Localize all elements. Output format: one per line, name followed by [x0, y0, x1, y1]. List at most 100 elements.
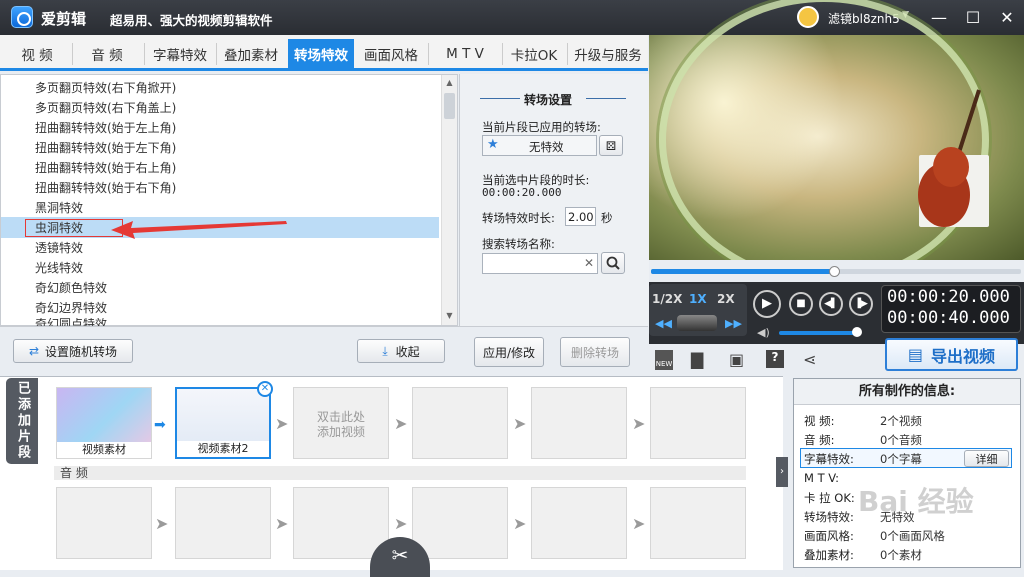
- dice-icon[interactable]: ⚄: [599, 135, 623, 156]
- tab-upgrade-service[interactable]: 升级与服务: [569, 39, 647, 68]
- arrow-right-icon: ➤: [275, 514, 289, 533]
- info-value: 0个字幕: [880, 452, 922, 466]
- info-label: 视 频:: [804, 414, 835, 428]
- tab-mtv[interactable]: M T V: [430, 39, 500, 68]
- main-tab-bar: 视 频 音 频 字幕特效 叠加素材 转场特效 画面风格 M T V 卡拉OK 升…: [0, 35, 648, 71]
- open-folder-icon[interactable]: ▇: [691, 350, 703, 369]
- collapse-button[interactable]: ⤓ 收起: [357, 339, 445, 363]
- search-icon[interactable]: [601, 252, 625, 274]
- tab-audio[interactable]: 音 频: [74, 39, 140, 68]
- scroll-down-icon[interactable]: ▼: [443, 309, 456, 323]
- collapse-icon: ⤓: [382, 343, 388, 358]
- tab-karaoke[interactable]: 卡拉OK: [504, 39, 564, 68]
- maximize-icon[interactable]: ☐: [960, 5, 986, 29]
- delete-transition-button[interactable]: 删除转场: [560, 337, 630, 367]
- transition-settings-panel: 转场设置 当前片段已应用的转场: ★ 无特效 ⚄ 当前选中片段的时长: 00:0…: [459, 74, 649, 326]
- minimize-icon[interactable]: —: [926, 5, 952, 29]
- list-scrollbar[interactable]: ▲ ▼: [441, 75, 457, 325]
- audio-slot[interactable]: [412, 487, 508, 559]
- close-icon[interactable]: ✕: [994, 5, 1020, 29]
- tab-subtitle-effects[interactable]: 字幕特效: [146, 39, 214, 68]
- tab-overlay[interactable]: 叠加素材: [218, 39, 284, 68]
- search-input[interactable]: [482, 253, 598, 274]
- help-icon[interactable]: ?: [766, 350, 784, 368]
- list-item[interactable]: 扭曲翻转特效(始于左下角): [35, 138, 176, 158]
- stop-button[interactable]: ■: [789, 292, 813, 316]
- speed-half[interactable]: 1/2X: [652, 292, 682, 306]
- app-logo-icon: [11, 6, 33, 28]
- effect-actions-bar: ⇄ 设置随机转场 ⤓ 收起 应用/修改 删除转场: [0, 326, 648, 376]
- info-value: 0个素材: [880, 548, 922, 562]
- remove-clip-icon[interactable]: ✕: [257, 381, 273, 397]
- detail-button[interactable]: 详细: [964, 450, 1009, 467]
- random-transition-label: 设置随机转场: [45, 344, 118, 359]
- info-label: 卡 拉 OK:: [804, 491, 855, 505]
- random-transition-button[interactable]: ⇄ 设置随机转场: [13, 339, 133, 363]
- list-item[interactable]: 奇幻边界特效: [35, 298, 107, 318]
- arrow-right-icon: ➤: [632, 414, 646, 433]
- list-item[interactable]: 扭曲翻转特效(始于右上角): [35, 158, 176, 178]
- speed-dial[interactable]: [677, 315, 717, 331]
- effect-duration-input[interactable]: 2.00: [565, 207, 596, 226]
- add-hint-line2: 添加视频: [316, 425, 365, 439]
- tab-picture-style[interactable]: 画面风格: [358, 39, 424, 68]
- progress-handle[interactable]: [829, 266, 840, 277]
- next-frame-button[interactable]: ▐▶: [849, 292, 873, 316]
- clip-thumbnail[interactable]: 视频素材: [56, 387, 152, 459]
- fast-forward-icon[interactable]: ▶▶: [725, 317, 742, 330]
- app-slogan: 超易用、强大的视频剪辑软件: [110, 13, 273, 28]
- empty-slot[interactable]: [412, 387, 508, 459]
- new-file-icon[interactable]: NEW: [655, 350, 673, 370]
- export-video-button[interactable]: ▤ 导出视频: [885, 338, 1018, 371]
- info-title: 所有制作的信息:: [794, 379, 1020, 405]
- player-controls: 1/2X 1X 2X ◀◀ ▶▶ ▶ ■ ◀▌ ▐▶ 00:00:20.000 …: [649, 260, 1024, 375]
- empty-slot[interactable]: [531, 387, 627, 459]
- list-item[interactable]: 多页翻页特效(右下角掀开): [35, 78, 176, 98]
- rewind-icon[interactable]: ◀◀: [655, 317, 672, 330]
- list-item[interactable]: 黑洞特效: [35, 198, 83, 218]
- applied-transition-field: ★ 无特效: [482, 135, 597, 156]
- production-info-panel: 所有制作的信息: 视 频: 2个视频 音 频: 0个音频 字幕特效: 0个字幕 …: [793, 378, 1021, 568]
- scroll-up-icon[interactable]: ▲: [443, 76, 456, 90]
- volume-handle[interactable]: [852, 327, 862, 337]
- prev-frame-button[interactable]: ◀▌: [819, 292, 843, 316]
- volume-slider[interactable]: [779, 331, 857, 335]
- info-label: 字幕特效:: [804, 452, 854, 466]
- speed-1x[interactable]: 1X: [689, 292, 707, 306]
- share-icon[interactable]: ⋖: [803, 350, 816, 369]
- list-item[interactable]: 扭曲翻转特效(始于左上角): [35, 118, 176, 138]
- list-item[interactable]: 奇幻圆点特效: [35, 318, 107, 326]
- list-item[interactable]: 透镜特效: [35, 238, 83, 258]
- audio-slot[interactable]: [293, 487, 389, 559]
- list-item[interactable]: 奇幻颜色特效: [35, 278, 107, 298]
- list-item[interactable]: 光线特效: [35, 258, 83, 278]
- arrow-right-icon: ➡: [154, 417, 166, 433]
- info-label: 音 频:: [804, 433, 835, 447]
- clip-thumbnail-selected[interactable]: 视频素材2: [175, 387, 271, 459]
- tab-transition-effects[interactable]: 转场特效: [288, 39, 354, 68]
- current-time: 00:00:20.000: [887, 287, 1010, 307]
- violin-illustration: [918, 89, 981, 227]
- list-item[interactable]: 扭曲翻转特效(始于右下角): [35, 178, 176, 198]
- play-button[interactable]: ▶: [753, 290, 781, 318]
- applied-transition-label: 当前片段已应用的转场:: [482, 120, 601, 134]
- speed-2x[interactable]: 2X: [717, 292, 735, 306]
- volume-icon[interactable]: ◀): [757, 326, 770, 339]
- save-icon[interactable]: ▣: [729, 350, 744, 369]
- audio-slot[interactable]: [175, 487, 271, 559]
- tab-video[interactable]: 视 频: [4, 39, 70, 68]
- apply-button[interactable]: 应用/修改: [474, 337, 544, 367]
- empty-slot[interactable]: [650, 387, 746, 459]
- clear-icon[interactable]: ✕: [584, 256, 594, 270]
- timeline-panel: 视频素材 ➡ 视频素材2 ✕ ➤ 双击此处 添加视频 ➤ ➤ ➤ 音 频 ➤ ➤…: [0, 376, 788, 577]
- audio-slot[interactable]: [650, 487, 746, 559]
- audio-slot[interactable]: [531, 487, 627, 559]
- scrollbar-thumb[interactable]: [444, 93, 455, 119]
- list-item[interactable]: 多页翻页特效(右下角盖上): [35, 98, 176, 118]
- add-video-slot[interactable]: 双击此处 添加视频: [293, 387, 389, 459]
- expand-panel-icon[interactable]: ›: [776, 457, 788, 487]
- added-clips-tab[interactable]: 已添加片段: [6, 378, 38, 464]
- audio-slot[interactable]: [56, 487, 152, 559]
- total-time: 00:00:40.000: [887, 308, 1010, 328]
- info-value: 2个视频: [880, 414, 922, 428]
